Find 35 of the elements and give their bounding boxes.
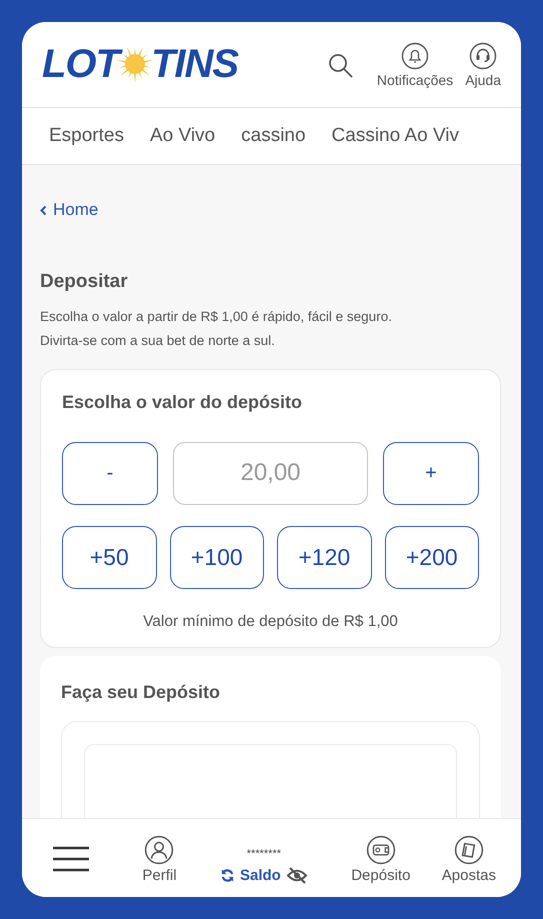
profile-icon: [144, 835, 174, 865]
balance-button[interactable]: Saldo: [220, 867, 308, 884]
page-title: Depositar: [40, 270, 129, 292]
logo-text: TINS: [150, 44, 238, 84]
nav-tab[interactable]: Esportes: [49, 125, 124, 147]
refresh-icon: [220, 868, 235, 883]
preset-amount-button[interactable]: +50: [62, 526, 156, 588]
nav-tab[interactable]: Cassino Ao Viv: [332, 125, 459, 147]
preset-amount-button[interactable]: +200: [384, 526, 479, 588]
card-title: Escolha o valor do depósito: [62, 392, 304, 412]
preset-amount-button[interactable]: +100: [170, 526, 264, 588]
decrement-button[interactable]: -: [62, 442, 158, 504]
headset-icon: [469, 42, 498, 70]
wallet-icon: [366, 835, 396, 865]
profile-tab[interactable]: Perfil: [142, 835, 177, 884]
description-text: Divirta-se com a sua bet de norte a sul.: [40, 332, 276, 350]
description-text: Escolha o valor a partir de R$ 1,00 é rápido, fácil e seguro.: [40, 308, 393, 326]
search-icon[interactable]: [326, 52, 355, 80]
notifications-button[interactable]: Notificações: [376, 42, 454, 88]
help-button[interactable]: Ajuda: [465, 42, 501, 88]
chevron-left-icon: [40, 204, 47, 216]
bell-icon: [401, 42, 430, 70]
wallet-tab[interactable]: Depósito: [351, 835, 410, 884]
nav-tab[interactable]: Ao Vivo: [150, 125, 216, 147]
nav-tab[interactable]: cassino: [241, 125, 306, 147]
minimum-note: Valor mínimo de depósito de R$ 1,00: [142, 612, 399, 630]
ticket-icon: [454, 835, 484, 865]
masked-balance: ********: [246, 848, 282, 860]
card-title: Faça seu Depósito: [61, 682, 222, 702]
home-link[interactable]: Home: [40, 200, 98, 220]
eye-slash-icon: [286, 867, 308, 884]
bets-tab[interactable]: Apostas: [442, 835, 496, 884]
preset-amount-button[interactable]: +120: [277, 526, 372, 588]
increment-button[interactable]: +: [383, 442, 479, 504]
menu-icon[interactable]: [53, 846, 89, 872]
